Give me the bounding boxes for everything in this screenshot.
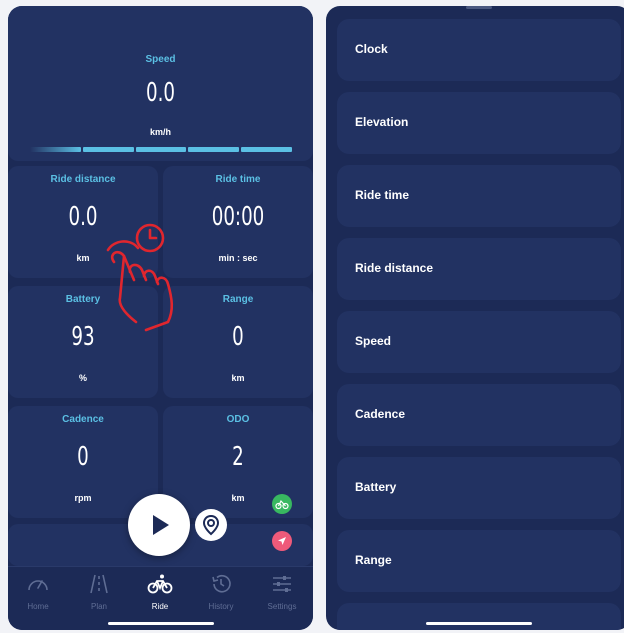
- ride-distance-label: Ride distance: [50, 174, 116, 185]
- sliders-icon: [273, 576, 291, 592]
- cadence-value: 0: [77, 442, 89, 472]
- tap-and-hold-hand-icon: [106, 223, 174, 332]
- location-button[interactable]: [195, 509, 227, 541]
- metric-label: Clock: [355, 42, 388, 56]
- home-indicator: [426, 622, 532, 625]
- speed-value: 0.0: [145, 78, 176, 108]
- bike-assist-icon: [275, 499, 289, 510]
- nav-label: Settings: [267, 602, 297, 611]
- nav-item-settings[interactable]: Settings: [254, 573, 310, 611]
- sheet-grabber: [466, 6, 492, 9]
- speed-gauge-segment: [135, 147, 187, 152]
- nav-item-home[interactable]: Home: [10, 573, 66, 611]
- metric-label: Cadence: [355, 407, 406, 421]
- nav-label: History: [208, 602, 234, 611]
- metric-label: Battery: [355, 480, 397, 494]
- metric-item-cadence[interactable]: Cadence: [337, 384, 621, 446]
- metric-label: Range: [355, 553, 392, 567]
- nav-label: Home: [27, 602, 49, 611]
- assist-mode-button[interactable]: [272, 494, 292, 514]
- metric-item-battery[interactable]: Battery: [337, 457, 621, 519]
- nav-item-history[interactable]: History: [193, 573, 249, 611]
- ride-time-label: Ride time: [215, 174, 261, 185]
- history-icon: [212, 574, 231, 593]
- nav-label: Plan: [90, 602, 107, 611]
- range-unit: km: [231, 373, 245, 383]
- metric-item-clock[interactable]: Clock: [337, 19, 621, 81]
- start-ride-button[interactable]: [128, 494, 190, 556]
- location-pin-icon: [202, 514, 220, 536]
- play-icon: [153, 515, 169, 535]
- navigation-arrow-icon: [278, 537, 286, 545]
- nav-label: Ride: [151, 602, 169, 611]
- speed-gauge-segment: [241, 147, 292, 152]
- metric-picker-screen: Clock Elevation Ride time Ride distance …: [326, 6, 624, 630]
- bicycle-icon: [147, 574, 173, 594]
- metric-item-range[interactable]: Range: [337, 530, 621, 592]
- metric-label: Speed: [355, 334, 392, 348]
- navigate-button[interactable]: [272, 531, 292, 551]
- home-indicator: [108, 622, 214, 625]
- range-value: 0: [232, 322, 244, 352]
- odo-label: ODO: [226, 414, 250, 425]
- odo-value: 2: [232, 442, 244, 472]
- speed-gauge-segment: [30, 147, 81, 152]
- speed-unit: km/h: [149, 127, 171, 137]
- metric-label: Elevation: [355, 115, 409, 129]
- metric-item-ride-distance[interactable]: Ride distance: [337, 238, 621, 300]
- bottom-navigation: Home Plan Ride History Settings: [8, 566, 313, 630]
- nav-item-ride[interactable]: Ride: [132, 573, 188, 611]
- road-icon: [90, 574, 108, 594]
- speed-gauge-segment: [82, 147, 134, 152]
- metric-item-partial[interactable]: [337, 603, 621, 630]
- ride-dashboard-screen: Speed 0.0 km/h Ride distance 0.0 km Ride…: [8, 6, 313, 630]
- cadence-label: Cadence: [62, 414, 104, 425]
- battery-unit: %: [78, 373, 87, 383]
- metric-label: Ride time: [355, 188, 410, 202]
- speed-gauge-bar: [30, 147, 292, 153]
- speed-gauge-segment: [188, 147, 240, 152]
- metric-item-elevation[interactable]: Elevation: [337, 92, 621, 154]
- speed-card[interactable]: Speed 0.0 km/h: [8, 6, 313, 161]
- speedometer-icon: [28, 580, 48, 591]
- ride-time-value: 00:00: [211, 202, 265, 232]
- nav-item-plan[interactable]: Plan: [71, 573, 127, 611]
- speed-label: Speed: [145, 54, 176, 65]
- metric-item-ride-time[interactable]: Ride time: [337, 165, 621, 227]
- metric-item-speed[interactable]: Speed: [337, 311, 621, 373]
- metric-label: Ride distance: [355, 261, 434, 275]
